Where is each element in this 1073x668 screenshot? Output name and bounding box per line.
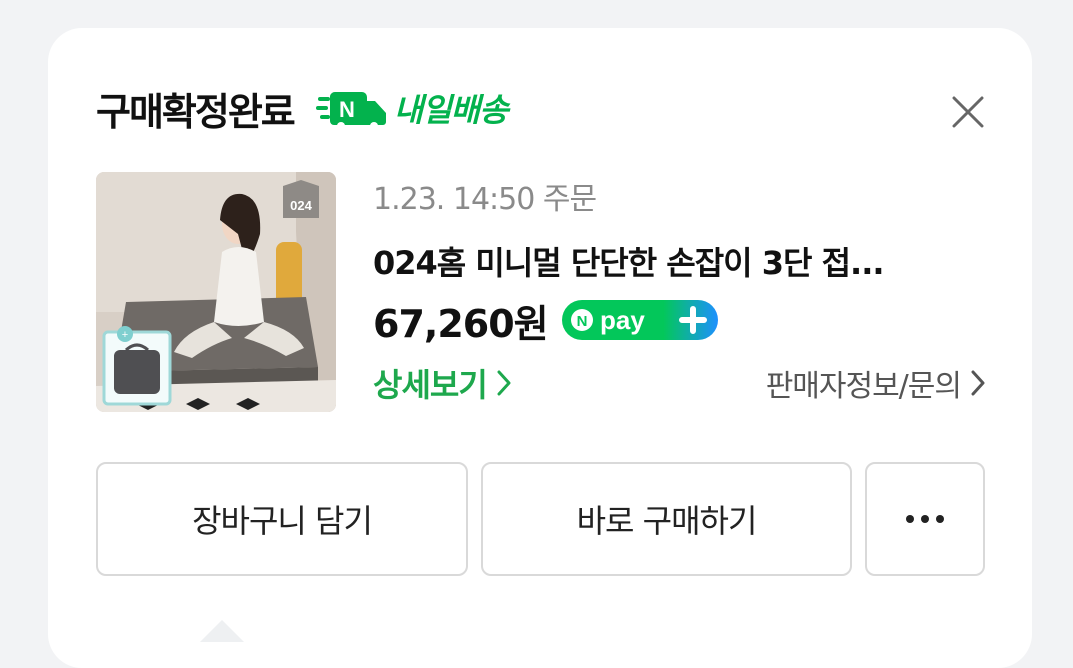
- truck-icon: N: [315, 91, 386, 130]
- thumbnail-tag: 024: [290, 198, 312, 213]
- order-date: 1.23. 14:50 주문: [373, 182, 597, 217]
- close-button[interactable]: [948, 92, 988, 132]
- chevron-right-icon: [971, 370, 985, 396]
- buy-now-label: 바로 구매하기: [576, 502, 758, 540]
- add-to-cart-button[interactable]: 장바구니 담기: [96, 462, 468, 576]
- seller-info-link[interactable]: 판매자정보/문의: [766, 358, 985, 408]
- close-icon: [952, 96, 984, 128]
- npay-plus-badge: N pay: [561, 300, 718, 340]
- more-dots-icon: [906, 515, 944, 523]
- svg-text:N: N: [339, 97, 355, 122]
- npay-label: pay: [600, 305, 645, 335]
- status-title: 구매확정완료: [96, 89, 296, 134]
- purchase-card: 구매확정완료 N 내일배송 024 + 1.23. 14:50 주문 024홈 …: [48, 28, 1032, 668]
- more-options-button[interactable]: [865, 462, 985, 576]
- price-row: 67,260원 N pay: [373, 292, 718, 348]
- product-price: 67,260원: [373, 301, 549, 346]
- buy-now-button[interactable]: 바로 구매하기: [481, 462, 852, 576]
- card-header: 구매확정완료 N 내일배송: [96, 80, 509, 136]
- add-to-cart-label: 장바구니 담기: [192, 502, 373, 540]
- product-name[interactable]: 024홈 미니멀 단단한 손잡이 3단 접...: [373, 238, 963, 284]
- svg-text:+: +: [122, 329, 128, 341]
- delivery-badge: N 내일배송: [315, 80, 509, 136]
- svg-text:N: N: [576, 313, 587, 330]
- detail-view-label: 상세보기: [373, 366, 488, 404]
- seller-info-label: 판매자정보/문의: [765, 369, 962, 404]
- npay-plus-icon: N pay: [561, 300, 718, 340]
- detail-view-link[interactable]: 상세보기: [373, 358, 511, 408]
- tooltip-pointer: [200, 620, 244, 642]
- delivery-badge-label: 내일배송: [393, 91, 509, 129]
- product-thumbnail[interactable]: 024 +: [96, 172, 336, 412]
- chevron-right-icon: [497, 370, 511, 396]
